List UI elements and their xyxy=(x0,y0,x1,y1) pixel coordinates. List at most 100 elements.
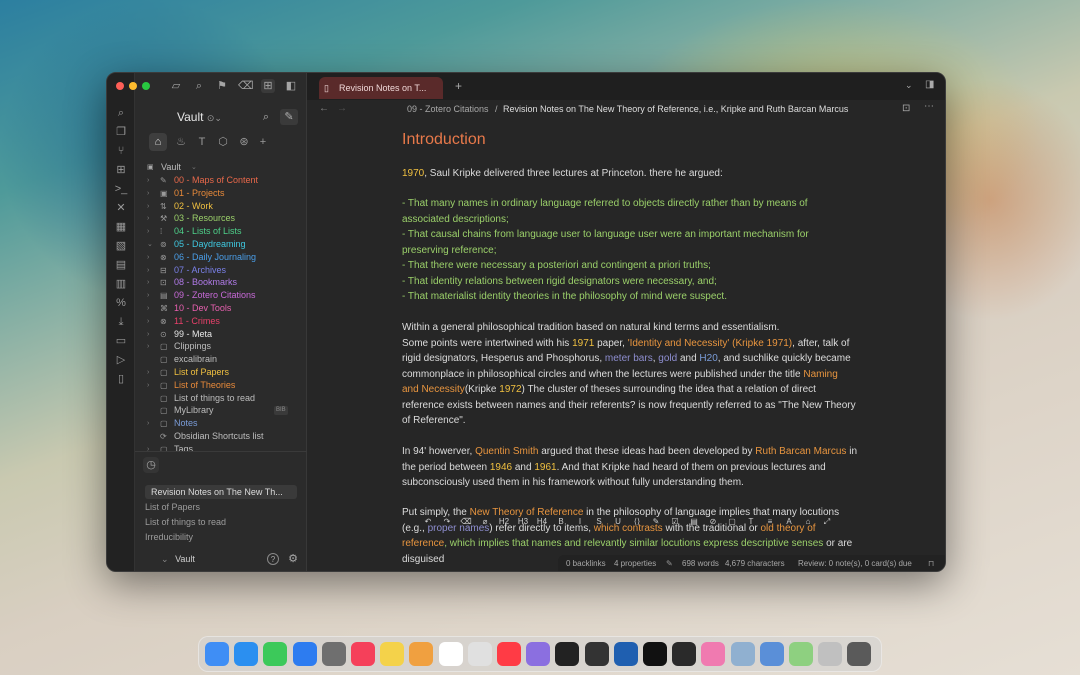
format-tool-icon[interactable]: ▢ xyxy=(726,517,738,526)
format-tool-icon[interactable]: H3 xyxy=(517,517,529,526)
play-icon[interactable]: ▷ xyxy=(114,353,128,367)
format-tool-icon[interactable]: ⟨⟩ xyxy=(631,517,643,526)
format-tool-icon[interactable]: ⌫ xyxy=(460,517,472,526)
minimize-window-button[interactable] xyxy=(129,82,137,90)
format-tool-icon[interactable]: H4 xyxy=(536,517,548,526)
format-tool-icon[interactable]: ✎ xyxy=(650,517,662,526)
dock-app-icon[interactable] xyxy=(351,642,375,666)
help-icon[interactable]: ? xyxy=(267,553,279,565)
format-tool-icon[interactable]: ⤢ xyxy=(821,517,833,527)
files-icon[interactable]: ❐ xyxy=(114,125,128,139)
chevron-down-icon[interactable]: ⌄ xyxy=(905,80,913,91)
layout-icon[interactable]: ▥ xyxy=(114,277,128,291)
folder-icon[interactable]: ▱ xyxy=(169,79,183,93)
forward-arrow-icon[interactable]: → xyxy=(337,103,347,114)
properties-count[interactable]: 4 properties xyxy=(614,555,656,571)
sidebar-toggle-icon[interactable]: ◧ xyxy=(284,79,298,93)
dock-app-icon[interactable] xyxy=(847,642,872,666)
format-tool-icon[interactable]: H2 xyxy=(498,517,510,526)
review-status[interactable]: Review: 0 note(s), 0 card(s) due xyxy=(798,555,912,571)
breadcrumb-current[interactable]: Revision Notes on The New Theory of Refe… xyxy=(503,104,848,114)
vault-footer[interactable]: ⌄ Vault xyxy=(161,554,195,565)
format-tool-icon[interactable]: S xyxy=(593,517,605,526)
tools-icon[interactable]: ✕ xyxy=(114,201,128,215)
table-icon[interactable]: ▦ xyxy=(114,220,128,234)
dock-app-icon[interactable] xyxy=(818,642,843,666)
git-branch-icon[interactable]: ⑂ xyxy=(114,144,128,158)
year-link[interactable]: 1972 xyxy=(499,384,521,395)
recent-file-item[interactable]: Irreducibility xyxy=(145,530,193,544)
year-link[interactable]: 1961 xyxy=(534,462,556,473)
tab-active-note[interactable]: ▯ Revision Notes on T... xyxy=(319,77,443,99)
format-tool-icon[interactable]: ☑ xyxy=(669,517,681,526)
year-link[interactable]: 1946 xyxy=(490,462,512,473)
grid-icon[interactable]: ▤ xyxy=(114,258,128,272)
recent-file-item[interactable]: Revision Notes on The New Th... xyxy=(145,485,297,499)
format-tool-icon[interactable]: U xyxy=(612,517,624,526)
format-tool-icon[interactable]: ▤ xyxy=(688,517,700,526)
dock-app-icon[interactable] xyxy=(789,642,813,666)
dock-app-icon[interactable] xyxy=(672,642,697,666)
percent-icon[interactable]: % xyxy=(114,296,128,310)
search-icon[interactable]: ⌕ xyxy=(114,106,128,120)
dock-app-icon[interactable] xyxy=(263,642,288,666)
internal-link[interactable]: Quentin Smith xyxy=(475,446,538,457)
format-tool-icon[interactable]: B xyxy=(555,517,567,526)
blocks-icon[interactable]: ⊞ xyxy=(114,163,128,177)
new-tab-icon[interactable]: + xyxy=(455,79,462,93)
cube-icon[interactable]: ⬡ xyxy=(216,135,230,149)
format-tool-icon[interactable]: T xyxy=(745,517,757,526)
download-icon[interactable]: ⤓ xyxy=(114,315,128,329)
format-tool-icon[interactable]: ⌂ xyxy=(802,517,814,526)
back-arrow-icon[interactable]: ← xyxy=(319,103,329,114)
fire-icon[interactable]: ♨ xyxy=(174,135,188,149)
format-tool-icon[interactable]: ↷ xyxy=(441,517,453,526)
dock-app-icon[interactable] xyxy=(555,642,580,666)
dock-app-icon[interactable] xyxy=(234,642,259,666)
dock-app-icon[interactable] xyxy=(643,642,667,666)
close-window-button[interactable] xyxy=(116,82,124,90)
breadcrumb-parent[interactable]: 09 - Zotero Citations xyxy=(407,104,489,114)
add-tab-icon[interactable]: + xyxy=(256,135,270,149)
dock-app-icon[interactable] xyxy=(584,642,609,666)
new-note-button[interactable]: ✎ xyxy=(280,109,298,125)
recent-file-item[interactable]: List of Papers xyxy=(145,500,200,514)
grid-icon[interactable]: ⊞ xyxy=(261,79,275,93)
internal-link[interactable]: H20 xyxy=(699,353,717,364)
format-tool-icon[interactable]: ↶ xyxy=(422,517,434,526)
format-tool-icon[interactable]: I xyxy=(574,517,586,526)
internal-link[interactable]: gold xyxy=(658,353,677,364)
format-tool-icon[interactable]: A xyxy=(783,517,795,526)
book-icon[interactable]: ▯ xyxy=(114,372,128,386)
backlinks-count[interactable]: 0 backlinks xyxy=(566,555,606,571)
dock-app-icon[interactable] xyxy=(526,642,551,666)
clock-icon[interactable]: ◷ xyxy=(143,457,159,473)
dock-app-icon[interactable] xyxy=(497,642,521,666)
year-link[interactable]: 1971 xyxy=(572,338,594,349)
dock-app-icon[interactable] xyxy=(205,642,229,666)
search-button[interactable]: ⌕ xyxy=(257,109,275,125)
bookmark-icon[interactable]: ⚑ xyxy=(215,79,229,93)
more-options-icon[interactable]: ⋯ xyxy=(924,101,934,112)
dock-app-icon[interactable] xyxy=(730,642,755,666)
dock-app-icon[interactable] xyxy=(701,642,726,666)
page-icon[interactable]: ▭ xyxy=(114,334,128,348)
recent-file-item[interactable]: List of things to read xyxy=(145,515,226,529)
vault-switcher[interactable]: Vault ⊙⌄ xyxy=(177,110,222,124)
dock-app-icon[interactable] xyxy=(613,642,638,666)
year-link[interactable]: 1970 xyxy=(402,168,424,179)
dock-app-icon[interactable] xyxy=(380,642,405,666)
dock-app-icon[interactable] xyxy=(467,642,492,666)
right-sidebar-toggle-icon[interactable]: ◨ xyxy=(925,79,934,90)
format-tool-icon[interactable]: ⌀ xyxy=(479,517,491,526)
reading-view-icon[interactable]: ⊡ xyxy=(902,103,910,114)
internal-link[interactable]: 'Identity and Necessity' (Kripke 1971) xyxy=(628,338,792,349)
internal-link[interactable]: Ruth Barcan Marcus xyxy=(755,446,846,457)
format-tool-icon[interactable]: ⊘ xyxy=(707,517,719,526)
text-icon[interactable]: T xyxy=(195,135,209,149)
globe-icon[interactable]: ⊛ xyxy=(237,135,251,149)
format-tool-icon[interactable]: ≡ xyxy=(764,517,776,526)
internal-link[interactable]: meter bars xyxy=(605,353,653,364)
settings-icon[interactable]: ⚙ xyxy=(286,552,300,566)
dock-app-icon[interactable] xyxy=(292,642,317,666)
